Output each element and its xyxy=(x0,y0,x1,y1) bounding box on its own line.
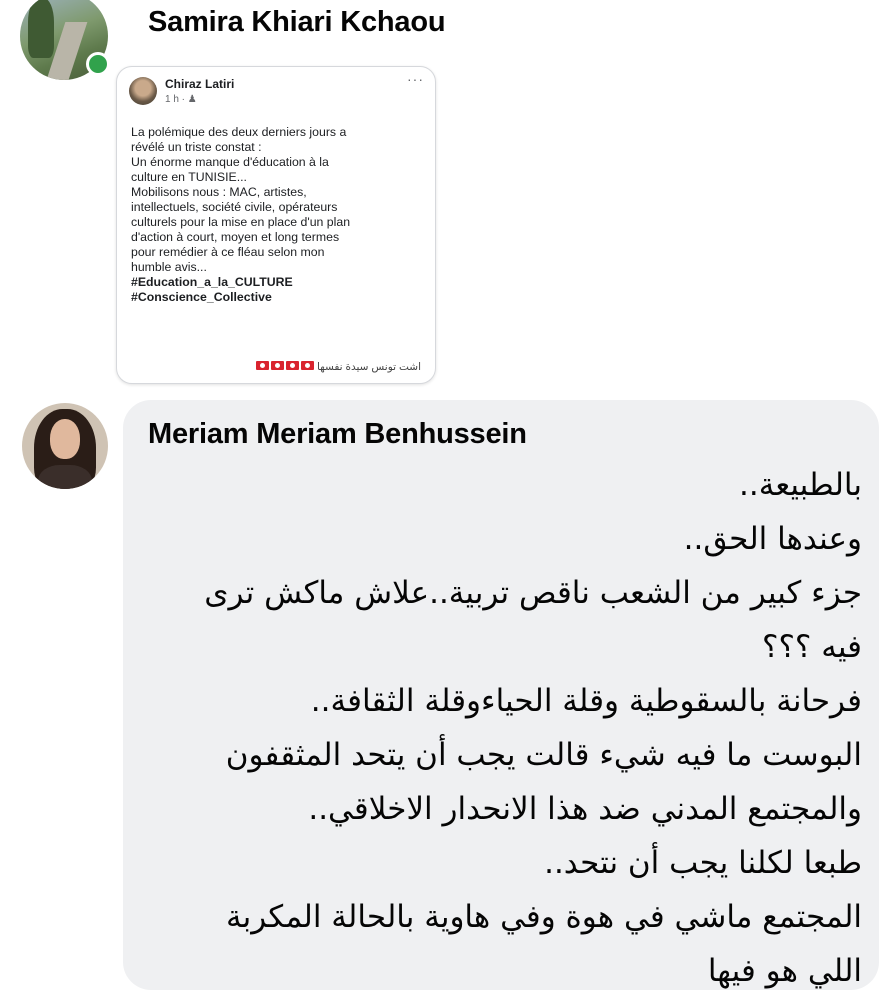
attached-post-author: Chiraz Latiri xyxy=(165,77,235,91)
comment-text-line: فرحانة بالسقوطية وقلة الحياءوقلة الثقافة… xyxy=(310,683,862,719)
comment-author-name[interactable]: Meriam Meriam Benhussein xyxy=(148,418,527,451)
attached-post-meta: 1 h · ♟ xyxy=(165,94,197,105)
hashtag-link[interactable]: #Conscience_Collective xyxy=(131,290,425,305)
attached-post-line: La polémique des deux derniers jours a xyxy=(131,125,347,139)
attached-post-line: culture en TUNISIE... xyxy=(131,170,247,184)
comment-author-name[interactable]: Samira Khiari Kchaou xyxy=(148,6,446,39)
flag-icon xyxy=(256,361,270,371)
attached-post-body: La polémique des deux derniers jours a r… xyxy=(131,125,425,305)
comment-text-line: المجتمع ماشي في هوة وفي هاوية بالحالة ال… xyxy=(226,899,862,935)
comment-text-line: جزء كبير من الشعب ناقص تربية..علاش ماكش … xyxy=(204,575,862,611)
comment-text-line: فيه ؟؟؟ xyxy=(761,629,862,665)
flag-icon xyxy=(301,361,315,371)
attached-post-avatar xyxy=(129,77,157,105)
attached-post-line: Un énorme manque d'éducation à la xyxy=(131,155,329,169)
comment-text-line: وعندها الحق.. xyxy=(683,521,862,557)
friends-icon: ♟ xyxy=(187,94,197,105)
comment-text-line: طبعا لكلنا يجب أن نتحد.. xyxy=(544,845,862,881)
attached-post-footer-text: اشت تونس سيدة نفسها xyxy=(316,361,421,373)
online-status-icon xyxy=(86,52,110,76)
comment-text-line: البوست ما فيه شيء قالت يجب أن يتحد المثق… xyxy=(225,737,862,773)
comment-text: بالطبيعة.. وعندها الحق.. جزء كبير من الش… xyxy=(150,458,862,998)
attached-post-footer: اشت تونس سيدة نفسها xyxy=(207,361,421,377)
attached-post-line: intellectuels, société civile, opérateur… xyxy=(131,200,338,214)
avatar-meriam[interactable] xyxy=(22,403,108,489)
attached-post-time: 1 h · xyxy=(165,94,188,105)
attached-post-line: humble avis... xyxy=(131,260,207,274)
attached-post-line: pour remédier à ce fléau selon mon xyxy=(131,245,325,259)
flag-icon xyxy=(286,361,300,371)
tunisia-flag-icons xyxy=(254,361,315,373)
hashtag-link[interactable]: #Education_a_la_CULTURE xyxy=(131,275,425,290)
attached-post-line: révélé un triste constat : xyxy=(131,140,262,154)
comment-text-line: بالطبيعة.. xyxy=(739,467,862,503)
comment-text-line: والمجتمع المدني ضد هذا الانحدار الاخلاقي… xyxy=(308,791,862,827)
more-options-icon: ··· xyxy=(407,71,424,87)
attached-post-screenshot[interactable]: Chiraz Latiri 1 h · ♟ ··· La polémique d… xyxy=(116,66,436,384)
attached-post-line: d'action à court, moyen et long termes xyxy=(131,230,340,244)
attached-post-line: culturels pour la mise en place d'un pla… xyxy=(131,215,351,229)
comment-text-line: اللي هو فيها xyxy=(707,953,862,989)
flag-icon xyxy=(271,361,285,371)
attached-post-line: Mobilisons nous : MAC, artistes, xyxy=(131,185,307,199)
